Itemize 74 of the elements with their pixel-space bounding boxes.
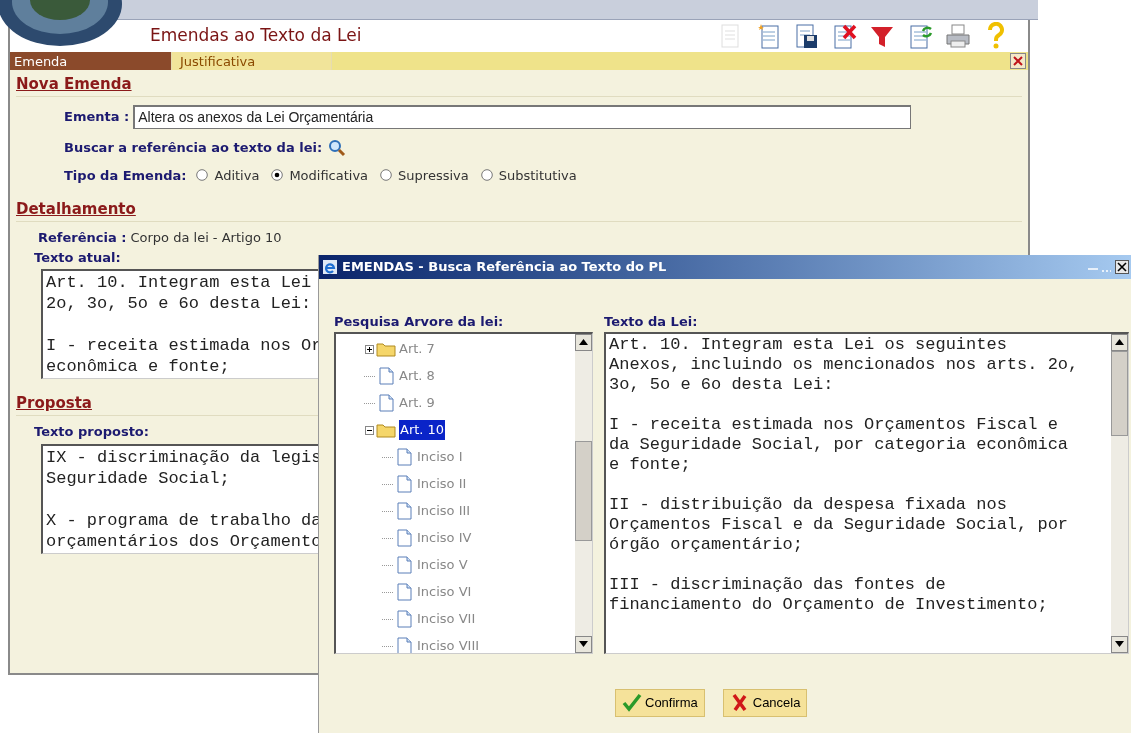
ementa-field[interactable]: Altera os anexos da Lei Orçamentária <box>133 105 912 129</box>
text-paragraph: Art. 10. Integram esta Lei os seguintes Anexos, incluindo os mencionados nos arts. 2o, 3o, 5o e 6o desta Lei: <box>609 334 1079 395</box>
radio-button[interactable] <box>380 169 393 182</box>
dialog-button[interactable]: Cancela <box>722 688 808 717</box>
dialog-title: EMENDAS - Busca Referência ao Texto do PL <box>342 258 667 277</box>
folder-icon <box>376 421 396 439</box>
field-label: Ementa : <box>64 108 130 127</box>
tree-item[interactable]: Inciso IV <box>417 528 472 548</box>
radio-button[interactable] <box>480 169 493 182</box>
field-label: Buscar a referência ao texto da lei: <box>64 139 323 157</box>
tree-item[interactable]: Inciso VII <box>417 609 476 629</box>
tree-item[interactable]: Art. 7 <box>399 339 435 359</box>
scrollbar[interactable] <box>1111 333 1128 653</box>
field-label: Tipo da Emenda: <box>64 166 187 185</box>
scrollbar[interactable] <box>575 333 592 653</box>
down-arrow-icon[interactable] <box>579 641 588 647</box>
document-icon <box>376 394 396 412</box>
up-arrow-icon[interactable] <box>579 339 588 345</box>
radio-button[interactable] <box>196 169 209 182</box>
up-arrow-icon[interactable] <box>1115 339 1124 345</box>
folder-icon <box>376 340 396 358</box>
section-heading: Nova Emenda <box>16 75 132 93</box>
field-label: Texto da Lei: <box>604 313 699 331</box>
law-text-area[interactable] <box>604 331 1129 654</box>
tree-item[interactable]: Inciso VIII <box>417 636 480 653</box>
tree-item[interactable]: Art. 9 <box>399 393 435 413</box>
radio-label: Modificativa <box>289 166 369 185</box>
section-heading: Detalhamento <box>16 200 136 218</box>
tree-item[interactable]: Inciso V <box>417 555 468 575</box>
tree-item[interactable]: Art. 8 <box>399 366 435 386</box>
expand-icon[interactable] <box>365 344 374 354</box>
search-icon[interactable] <box>328 138 347 157</box>
tree-item[interactable]: Art. 10 <box>399 420 446 440</box>
document-icon <box>394 556 414 574</box>
scrollbar-thumb[interactable] <box>575 440 592 541</box>
close-icon <box>1012 55 1024 67</box>
tree-item[interactable]: Inciso II <box>417 474 467 494</box>
document-icon <box>394 448 414 466</box>
text-paragraph: III - discriminação das fontes de financiamento do Orçamento de Investimento; <box>609 574 1048 615</box>
check-icon <box>622 692 642 713</box>
document-icon <box>376 367 396 385</box>
tree-item[interactable]: Inciso III <box>417 501 471 521</box>
radio-label: Supressiva <box>398 166 469 185</box>
document-icon <box>394 475 414 493</box>
page-title: Emendas ao Texto da Lei <box>150 24 362 48</box>
close-button[interactable] <box>1010 53 1026 69</box>
browser-icon <box>322 259 338 275</box>
tree-item[interactable]: Inciso I <box>417 447 463 467</box>
radio-button[interactable] <box>271 169 284 182</box>
radio-label: Aditiva <box>214 166 260 185</box>
scrollbar-thumb[interactable] <box>1111 350 1128 436</box>
reference-text: Corpo da lei - Artigo 10 <box>130 229 282 247</box>
text-paragraph: I - receita estimada nos Orçamentos Fiscal e da Seguridade Social, por categoria econômica e fonte; <box>609 414 1069 475</box>
down-arrow-icon[interactable] <box>1115 641 1124 647</box>
printer-icon[interactable] <box>944 22 972 50</box>
text-paragraph: II - distribuição da despesa fixada nos Orçamentos Fiscal e da Seguridade Social, por órgão orçamentário; <box>609 494 1069 555</box>
section-heading: Proposta <box>16 394 92 412</box>
field-label: Texto proposto: <box>34 423 149 441</box>
field-label: Referência : <box>38 229 127 247</box>
field-label: Pesquisa Arvore da lei: <box>334 313 505 331</box>
tab[interactable]: Emenda <box>10 52 172 70</box>
tab[interactable]: Justificativa <box>172 52 332 70</box>
document-icon <box>394 529 414 547</box>
text-paragraph: I - receita estimada nos Or econômica e fonte; <box>46 335 322 377</box>
close-icon[interactable] <box>1115 260 1129 274</box>
dialog-button[interactable]: Confirma <box>615 688 705 717</box>
radio-label: Substitutiva <box>498 166 577 185</box>
collapse-icon[interactable] <box>365 425 374 435</box>
document-icon <box>394 583 414 601</box>
document-icon <box>394 610 414 628</box>
tree-item[interactable]: Inciso VI <box>417 582 472 602</box>
document-icon <box>394 502 414 520</box>
field-label: Texto atual: <box>34 248 121 267</box>
text-paragraph: Art. 10. Integram esta Lei 2o, 3o, 5o e 6o desta Lei: <box>46 272 312 314</box>
